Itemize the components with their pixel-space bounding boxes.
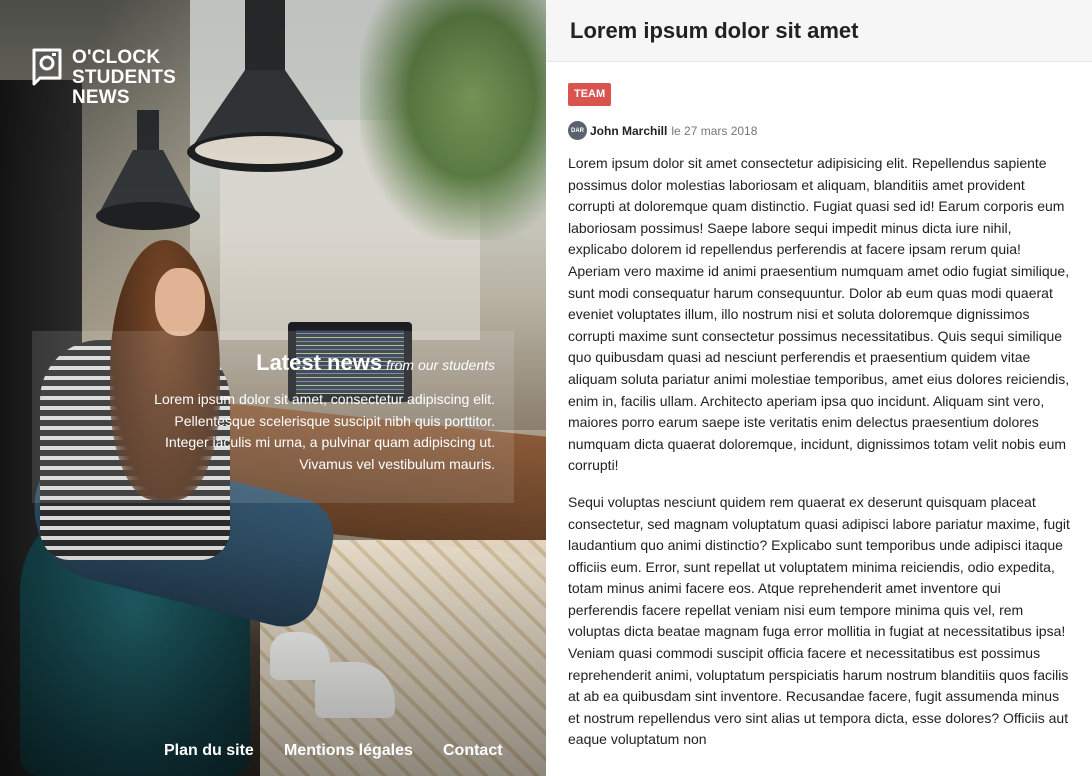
user-avatar: DAR (568, 121, 587, 140)
latest-news-line: Vivamus vel vestibulum mauris. (299, 455, 495, 472)
article-date: 27 mars 2018 (684, 123, 758, 138)
date-prefix: le (671, 123, 681, 138)
hero-section: O'CLOCK STUDENTS NEWS Latest news from ou… (0, 0, 546, 776)
page: O'CLOCK STUDENTS NEWS Latest news from ou… (0, 0, 1092, 776)
footer-link-contact[interactable]: Contact (443, 742, 503, 760)
logo-line: NEWS (72, 87, 130, 108)
category-badge[interactable]: TEAM (568, 83, 612, 106)
site-logo[interactable]: O'CLOCK STUDENTS NEWS (32, 48, 176, 108)
article-pane[interactable]: Lorem ipsum dolor sit amet TEAM DAR John… (546, 0, 1092, 776)
latest-news-box: Latest news from our students Lorem ipsum… (32, 331, 514, 503)
logo-line: STUDENTS (72, 67, 176, 88)
latest-news-title: Latest news from our students (52, 349, 495, 379)
logo-line: O'CLOCK (72, 47, 161, 68)
latest-news-line: Lorem ipsum dolor sit amet, consectetur … (154, 391, 495, 407)
latest-news-line: Pellentesque scelerisque suscipit nibh q… (174, 412, 495, 429)
article-meta: DAR John Marchill le 27 mars 2018 (568, 121, 1070, 140)
article-paragraph: Sequi voluptas nesciunt quidem rem quaer… (568, 493, 1070, 748)
logo-text: O'CLOCK STUDENTS NEWS (72, 48, 176, 108)
article-header: Lorem ipsum dolor sit amet (546, 0, 1092, 62)
footer-link-sitemap[interactable]: Plan du site (164, 742, 254, 760)
author-name[interactable]: John Marchill (590, 124, 667, 138)
latest-news-heading: Latest news (256, 350, 383, 375)
footer-link-legal[interactable]: Mentions légales (284, 742, 413, 760)
latest-news-subtitle: from our students (386, 357, 495, 373)
latest-news-line: Integer iaculis mi urna, a pulvinar quam… (165, 434, 495, 450)
article-paragraph: Lorem ipsum dolor sit amet consectetur a… (568, 155, 1070, 474)
article-title: Lorem ipsum dolor sit amet (570, 18, 859, 43)
article-body: TEAM DAR John Marchill le 27 mars 2018 L… (546, 62, 1092, 751)
latest-news-text: Lorem ipsum dolor sit amet, consectetur … (52, 389, 495, 475)
camera-icon (32, 48, 62, 86)
